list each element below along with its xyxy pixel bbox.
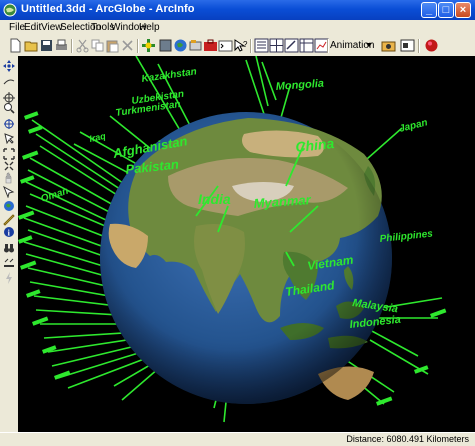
close-button[interactable]: × [455, 2, 471, 18]
globe-viewport[interactable]: Kazakhstan Mongolia Uzbekistan Turkmenis… [18, 56, 475, 432]
add-data-icon[interactable] [141, 38, 156, 53]
fly-icon[interactable] [3, 76, 15, 88]
navigate-icon[interactable] [3, 60, 15, 72]
cut-icon[interactable] [75, 38, 90, 53]
window-title: Untitled.3dd - ArcGlobe - ArcInfo [21, 3, 195, 15]
toolbar-separator [418, 39, 420, 53]
layer-tool-icon[interactable] [158, 38, 173, 53]
toolbar-separator [137, 39, 139, 53]
arcglobe-app-icon[interactable] [3, 3, 17, 17]
label-india[interactable]: India [198, 191, 231, 207]
identify-icon[interactable]: i [3, 226, 15, 238]
select-features-icon[interactable] [3, 186, 15, 198]
zoom-to-target-icon[interactable] [3, 118, 15, 130]
menu-help[interactable]: Help [139, 22, 160, 33]
chevron-down-icon[interactable] [365, 41, 373, 49]
minimize-button[interactable]: _ [421, 2, 437, 18]
status-bar: Distance: 6080.491 Kilometers [0, 432, 475, 446]
full-extent-icon[interactable] [3, 148, 15, 160]
menu-bar: File Edit View Selection Tools Window He… [0, 20, 475, 36]
label-kazakhstan[interactable]: Kazakhstan [141, 66, 198, 85]
grid-view-icon[interactable] [269, 38, 284, 53]
zoom-in-icon[interactable] [3, 102, 15, 114]
label-oman[interactable]: Oman [40, 186, 70, 205]
toolbar-separator [250, 39, 252, 53]
title-bar: Untitled.3dd - ArcGlobe - ArcInfo _ □ × [0, 0, 475, 20]
animation-manager-icon[interactable] [400, 38, 415, 53]
paste-icon[interactable] [105, 38, 120, 53]
pan-icon[interactable] [3, 172, 15, 184]
toolbar-separator [327, 39, 329, 53]
globe-scene[interactable]: Kazakhstan Mongolia Uzbekistan Turkmenis… [18, 56, 475, 432]
open-folder-icon[interactable] [24, 38, 39, 53]
lightning-icon[interactable] [3, 272, 15, 284]
set-observer-icon[interactable] [3, 132, 15, 144]
layer-properties-icon[interactable] [284, 38, 299, 53]
standard-toolbar: ? Animation [0, 36, 475, 57]
save-icon[interactable] [39, 38, 54, 53]
menu-file[interactable]: File [9, 22, 25, 33]
print-icon[interactable] [54, 38, 69, 53]
label-japan[interactable]: Japan [398, 117, 429, 135]
copy-icon[interactable] [90, 38, 105, 53]
find-binoculars-icon[interactable] [3, 242, 15, 254]
measure-icon[interactable] [3, 214, 15, 226]
toolbox-icon[interactable] [203, 38, 218, 53]
globe-view-icon[interactable] [173, 38, 188, 53]
fixed-zoom-icon[interactable] [3, 160, 15, 172]
capture-view-icon[interactable] [381, 38, 396, 53]
svg-text:?: ? [243, 40, 248, 49]
new-document-icon[interactable] [8, 38, 23, 53]
hyperlink-icon[interactable] [3, 256, 15, 268]
delete-icon[interactable] [120, 38, 135, 53]
label-mongolia[interactable]: Mongolia [275, 78, 324, 93]
distance-readout: Distance: 6080.491 Kilometers [346, 434, 469, 444]
whats-this-help-icon[interactable]: ? [233, 38, 248, 53]
toolbar-separator [71, 39, 73, 53]
globe-icon[interactable] [3, 200, 15, 212]
label-iraq[interactable]: Iraq [88, 131, 107, 144]
attribute-table-icon[interactable] [299, 38, 314, 53]
catalog-icon[interactable] [188, 38, 203, 53]
tools-toolbar: i [0, 56, 18, 432]
maximize-button[interactable]: □ [438, 2, 454, 18]
table-of-contents-icon[interactable] [254, 38, 269, 53]
menu-edit[interactable]: Edit [24, 22, 41, 33]
command-line-icon[interactable] [218, 38, 233, 53]
record-icon[interactable] [424, 38, 439, 53]
